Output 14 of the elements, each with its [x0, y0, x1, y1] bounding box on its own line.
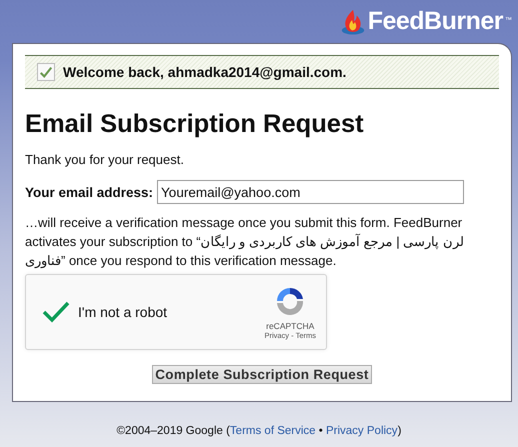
verification-message: …will receive a verification message once you submit this form. FeedBurner activates your subscription to “لرن پارسی | مرجع آموزش های کاربردی و رایگان فناوری” once you respond to this verification message. — [25, 214, 465, 270]
captcha-label: I'm not a robot — [78, 304, 168, 320]
recaptcha-brand: reCAPTCHA — [266, 320, 314, 330]
welcome-message: Welcome back, ahmadka2014@gmail.com. — [63, 64, 346, 80]
logo-text: FeedBurner — [368, 7, 503, 36]
email-label: Your email address: — [25, 184, 154, 200]
submit-button[interactable]: Complete Subscription Request — [152, 365, 372, 384]
email-input[interactable]: Youremail@yahoo.com — [157, 180, 464, 204]
terms-link[interactable]: Terms of Service — [230, 425, 316, 437]
privacy-link[interactable]: Privacy Policy — [326, 425, 398, 437]
intro-text: Thank you for your request. — [25, 152, 185, 167]
flame-logo-icon — [340, 8, 366, 36]
footer-text: ©2004–2019 Google (Terms of Service • Privacy Policy) — [116, 425, 402, 437]
page-title: Email Subscription Request — [25, 110, 365, 139]
